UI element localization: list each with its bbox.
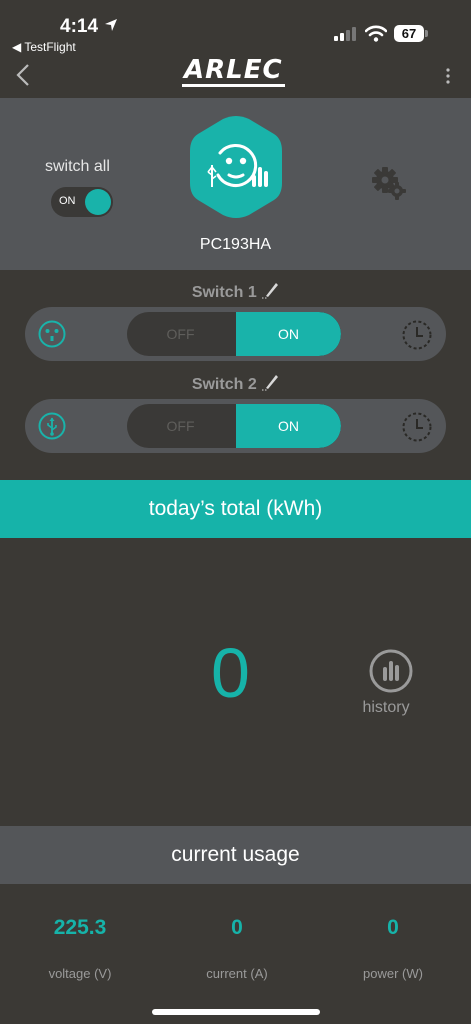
switch-2-label: Switch 2 xyxy=(191,376,257,393)
today-total-header: today’s total (kWh) xyxy=(0,480,471,538)
power-outlet-icon xyxy=(38,320,66,348)
wifi-icon xyxy=(365,25,387,42)
brand-logo: ARLEC xyxy=(182,55,285,87)
switch-2-label-group[interactable]: Switch 2 xyxy=(0,373,471,394)
switch-2-segmented-control: OFF ON xyxy=(127,404,341,448)
switch-all-label: switch all xyxy=(45,158,110,175)
battery-level: 67 xyxy=(394,25,424,42)
gear-icon[interactable] xyxy=(369,164,407,202)
more-options-icon[interactable] xyxy=(440,64,456,90)
current-usage-header: current usage xyxy=(0,826,471,884)
edit-pencil-icon[interactable] xyxy=(261,281,279,299)
switch-1-off-button[interactable]: OFF xyxy=(127,312,234,356)
timer-icon[interactable] xyxy=(401,411,433,443)
switch-1-on-button[interactable]: ON xyxy=(236,312,341,356)
current-label: current (A) xyxy=(206,966,268,981)
history-button[interactable]: history xyxy=(354,648,418,717)
switch-all-toggle[interactable]: ON xyxy=(51,187,113,217)
power-value: 0 xyxy=(387,916,399,939)
toggle-knob xyxy=(85,189,111,215)
nav-bar: ARLEC xyxy=(0,56,471,98)
bar-chart-icon xyxy=(369,649,412,693)
device-name: PC193HA xyxy=(199,236,272,253)
status-bar: 4:14 ◀ TestFlight 67 xyxy=(0,0,471,56)
switch-2-row: OFF ON xyxy=(25,399,446,453)
current-value: 0 xyxy=(231,916,243,939)
timer-icon[interactable] xyxy=(401,319,433,351)
voltage-metric: 225.3 voltage (V) xyxy=(0,916,160,981)
switch-1-row: OFF ON xyxy=(25,307,446,361)
voltage-label: voltage (V) xyxy=(48,966,112,981)
power-metric: 0 power (W) xyxy=(313,916,471,981)
history-label: history xyxy=(362,699,410,716)
smart-plug-icon xyxy=(190,116,282,218)
current-metric: 0 current (A) xyxy=(157,916,317,981)
device-panel: switch all PC193HA xyxy=(0,98,471,270)
edit-pencil-icon[interactable] xyxy=(261,373,279,391)
usb-icon xyxy=(38,412,66,440)
cellular-signal-icon xyxy=(334,27,356,41)
switch-2-off-button[interactable]: OFF xyxy=(127,404,234,448)
today-total-value: 0 xyxy=(211,634,250,712)
switch-1-segmented-control: OFF ON xyxy=(127,312,341,356)
switch-1-label: Switch 1 xyxy=(191,284,257,301)
switch-all-state: ON xyxy=(59,195,76,207)
home-indicator[interactable] xyxy=(152,1009,320,1015)
status-time: 4:14 xyxy=(60,16,99,37)
location-arrow-icon xyxy=(105,19,117,31)
battery-tip xyxy=(425,30,428,37)
switch-2-on-button[interactable]: ON xyxy=(236,404,341,448)
voltage-value: 225.3 xyxy=(53,916,107,939)
switch-1-label-group[interactable]: Switch 1 xyxy=(0,281,471,302)
chevron-left-icon[interactable] xyxy=(14,62,32,88)
back-to-app-link[interactable]: ◀ TestFlight xyxy=(12,40,76,54)
power-label: power (W) xyxy=(363,966,423,981)
